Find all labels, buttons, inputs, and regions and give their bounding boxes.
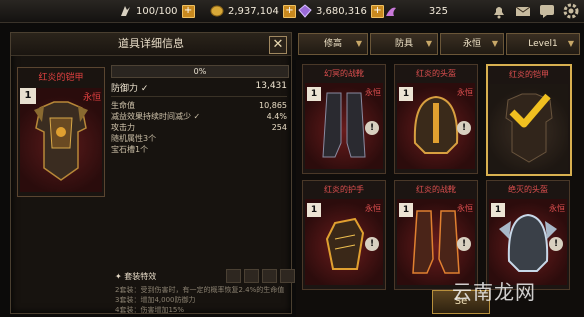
enhance-progress-bar: 0% <box>111 65 289 78</box>
top-resource-bar: 100/100 + 2,937,104 + 3,680,316 + 325 <box>0 0 584 23</box>
mail-icon[interactable] <box>514 2 532 20</box>
watermark-text: 云南龙网 <box>452 280 536 304</box>
item-name: 红炎的护手 <box>324 185 364 194</box>
crystal-icon <box>384 4 398 18</box>
settings-gear-icon[interactable] <box>562 2 580 20</box>
gold-icon <box>210 4 224 18</box>
item-tier-label: 永恒 <box>82 93 101 103</box>
item-level-badge: 1 <box>491 203 505 217</box>
item-tier-label: 永恒 <box>365 88 381 97</box>
item-name: 幻冥的战靴 <box>324 69 364 78</box>
stat-label: 减益效果持续时间减少 ✓ <box>111 112 201 121</box>
top-menu-icons <box>490 2 580 20</box>
stat-value: 254 <box>271 123 287 132</box>
item-name: 红炎的头盔 <box>416 69 456 78</box>
item-level-badge: 1 <box>20 88 36 104</box>
extra-attribute: 宝石槽1个 <box>111 145 149 154</box>
gem-resource: 3,680,316 + <box>298 3 384 19</box>
selected-item-name: 红炎的铠甲 <box>38 73 84 83</box>
item-card[interactable]: 绝灭的头盔 1 永恒 ! <box>486 180 570 290</box>
stats-list: 防御力 ✓ 13,431 生命值 10,865 减益效果持续时间减少 ✓ 4.4… <box>111 81 287 155</box>
item-name: 绝灭的头盔 <box>508 185 548 194</box>
stamina-icon <box>118 4 132 18</box>
stat-value: 10,865 <box>259 101 287 110</box>
filter-type-dropdown[interactable]: 防具 ▼ <box>370 33 438 55</box>
info-icon[interactable]: ! <box>549 237 563 251</box>
set-piece-gloves-icon <box>262 269 277 283</box>
stamina-value: 100/100 <box>136 5 178 17</box>
main-stat-row: 防御力 ✓ 13,431 <box>111 81 287 97</box>
info-icon[interactable]: ! <box>457 237 471 251</box>
set-effect-title: ✦ 套装特效 <box>115 272 157 281</box>
set-piece-icons <box>226 269 295 283</box>
info-icon[interactable]: ! <box>457 121 471 135</box>
info-icon[interactable]: ! <box>365 237 379 251</box>
selected-item-card: 红炎的铠甲 1 永恒 <box>17 67 105 197</box>
item-grid: 幻冥的战靴 1 永恒 ! 红炎的头盔 1 永恒 ! 红炎的铠甲 红炎的护手 1 … <box>296 60 584 317</box>
item-level-badge: 1 <box>307 203 321 217</box>
notification-bell-icon[interactable] <box>490 2 508 20</box>
add-stamina-button[interactable]: + <box>181 4 195 18</box>
chevron-down-icon: ▼ <box>567 39 574 48</box>
filter-sort-dropdown[interactable]: 修高 ▼ <box>298 33 368 55</box>
chevron-down-icon: ▼ <box>355 39 362 48</box>
item-card[interactable]: 红炎的战靴 1 永恒 ! <box>394 180 478 290</box>
set-effect-line: 2套装：受到伤害时，有一定的概率恢复2.4%的生命值 <box>115 286 285 294</box>
gold-value: 2,937,104 <box>228 5 279 17</box>
extra-attribute: 随机属性3个 <box>111 134 157 143</box>
gem-icon <box>298 4 312 18</box>
chat-icon[interactable] <box>538 2 556 20</box>
crystal-value: 325 <box>428 5 448 17</box>
set-effect-line: 4套装：伤害增加15% <box>115 306 185 314</box>
item-tier-label: 永恒 <box>365 204 381 213</box>
set-effect-line: 3套装：增加4,000防御力 <box>115 296 196 304</box>
info-icon[interactable]: ! <box>365 121 379 135</box>
crystal-resource: 325 <box>384 3 448 19</box>
main-stat-value: 13,431 <box>255 81 288 91</box>
filter-tier-dropdown[interactable]: 永恒 ▼ <box>440 33 504 55</box>
add-gold-button[interactable]: + <box>282 4 296 18</box>
item-tier-label: 永恒 <box>457 204 473 213</box>
item-card[interactable]: 红炎的护手 1 永恒 ! <box>302 180 386 290</box>
item-card-selected[interactable]: 红炎的铠甲 <box>486 64 572 176</box>
main-stat-label: 防御力 ✓ <box>111 84 149 94</box>
set-piece-boots-icon <box>280 269 295 283</box>
stat-row: 攻击力 254 <box>111 122 287 133</box>
item-level-badge: 1 <box>399 203 413 217</box>
stat-value: 4.4% <box>266 112 287 121</box>
checkmark-icon <box>508 92 552 136</box>
stat-label: 攻击力 <box>111 123 135 132</box>
item-level-badge: 1 <box>399 87 413 101</box>
close-button[interactable]: ✕ <box>269 36 287 54</box>
progress-label: 0% <box>193 67 207 76</box>
stamina-resource: 100/100 + <box>118 3 195 19</box>
stat-label: 生命值 <box>111 101 135 110</box>
gem-value: 3,680,316 <box>316 5 367 17</box>
add-gems-button[interactable]: + <box>370 4 384 18</box>
item-name: 红炎的战靴 <box>416 185 456 194</box>
item-tier-label: 永恒 <box>457 88 473 97</box>
set-piece-armor-icon <box>244 269 259 283</box>
bullet-icon: ✦ <box>115 272 125 281</box>
filter-level-dropdown[interactable]: Level1 ▼ <box>506 33 580 55</box>
set-piece-helmet-icon <box>226 269 241 283</box>
stat-row: 生命值 10,865 <box>111 100 287 111</box>
item-name: 红炎的铠甲 <box>509 70 549 79</box>
item-detail-panel: 道具详细信息 ✕ 红炎的铠甲 1 永恒 0% 防御力 ✓ 13,431 生命值 … <box>10 32 295 315</box>
chevron-down-icon: ▼ <box>491 39 498 48</box>
close-icon: ✕ <box>272 37 284 52</box>
gold-resource: 2,937,104 + <box>210 3 296 19</box>
set-effect-lines: 2套装：受到伤害时，有一定的概率恢复2.4%的生命值 3套装：增加4,000防御… <box>115 285 295 315</box>
chevron-down-icon: ▼ <box>425 39 432 48</box>
item-level-badge: 1 <box>307 87 321 101</box>
panel-title: 道具详细信息 <box>11 33 291 56</box>
item-card[interactable]: 幻冥的战靴 1 永恒 ! <box>302 64 386 174</box>
item-card[interactable]: 红炎的头盔 1 永恒 ! <box>394 64 478 174</box>
stat-row: 减益效果持续时间减少 ✓ 4.4% <box>111 111 287 122</box>
item-tier-label: 永恒 <box>549 204 565 213</box>
